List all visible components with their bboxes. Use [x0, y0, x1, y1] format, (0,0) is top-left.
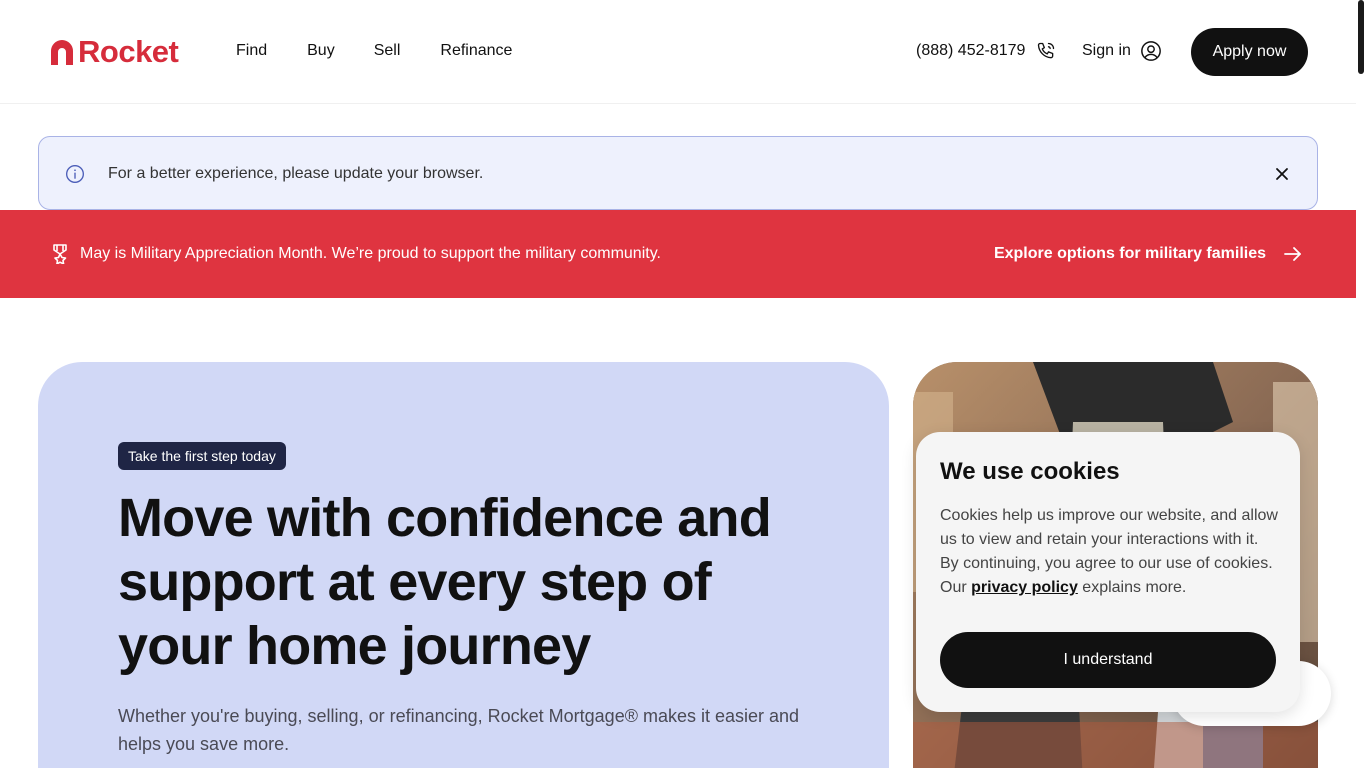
scrollbar-thumb[interactable]: [1358, 0, 1364, 74]
nav-find[interactable]: Find: [236, 40, 267, 62]
browser-update-notice: For a better experience, please update y…: [38, 136, 1318, 210]
medal-icon: [53, 244, 67, 264]
hero-tag: Take the first step today: [118, 442, 286, 470]
main-nav: Find Buy Sell Refinance: [236, 40, 512, 62]
explore-military-options-link[interactable]: Explore options for military families: [994, 243, 1302, 265]
nav-sell[interactable]: Sell: [374, 40, 401, 62]
apply-now-button[interactable]: Apply now: [1191, 28, 1308, 76]
user-icon: [1141, 41, 1161, 61]
privacy-policy-link[interactable]: privacy policy: [971, 579, 1078, 596]
cookie-dialog: We use cookies Cookies help us improve o…: [916, 432, 1300, 712]
cookie-body-text-end: explains more.: [1077, 579, 1187, 596]
notice-text: For a better experience, please update y…: [108, 165, 484, 182]
hero-subtitle: Whether you're buying, selling, or refin…: [118, 706, 800, 754]
site-header: Rocket Find Buy Sell Refinance (888) 452…: [0, 0, 1356, 104]
logo-text: Rocket: [78, 34, 179, 69]
nav-refinance[interactable]: Refinance: [440, 40, 512, 62]
hero-title: Move with confidence and support at ever…: [118, 488, 772, 676]
cookie-body: Cookies help us improve our website, and…: [940, 504, 1280, 600]
cookie-title: We use cookies: [940, 458, 1120, 485]
phone-icon: [1038, 42, 1055, 59]
phone-link[interactable]: (888) 452-8179: [916, 40, 1056, 62]
nav-buy[interactable]: Buy: [307, 40, 335, 62]
i-understand-button[interactable]: I understand: [940, 632, 1276, 688]
sign-in-link[interactable]: Sign in: [1082, 40, 1162, 62]
sign-in-label: Sign in: [1082, 42, 1131, 59]
close-icon: [1276, 168, 1288, 180]
info-icon: [66, 165, 84, 183]
rocket-logo-icon: [51, 40, 73, 65]
rocket-logo[interactable]: Rocket: [48, 34, 179, 69]
banner-text: May is Military Appreciation Month. We’r…: [80, 245, 661, 262]
hero-section: Take the first step today Move with conf…: [38, 362, 889, 768]
notice-close-button[interactable]: [1271, 163, 1293, 185]
banner-link-label: Explore options for military families: [993, 245, 1266, 262]
phone-number: (888) 452-8179: [916, 42, 1026, 59]
military-banner: May is Military Appreciation Month. We’r…: [0, 210, 1356, 298]
arrow-right-icon: [1284, 247, 1301, 261]
